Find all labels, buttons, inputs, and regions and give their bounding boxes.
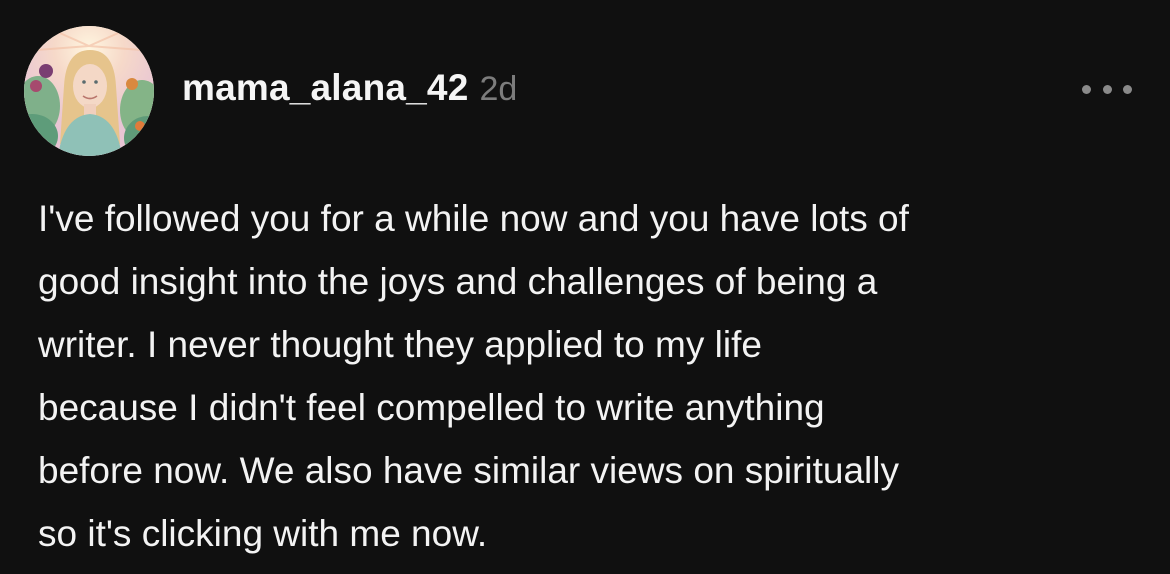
ellipsis-horizontal-icon (1102, 84, 1112, 94)
ellipsis-horizontal-icon (1123, 84, 1132, 94)
post-body-line: good insight into the joys and challenge… (38, 261, 878, 302)
comment-post: mama_alana_42 2d I've followed you for a… (0, 0, 1170, 574)
post-body: I've followed you for a while now and yo… (38, 187, 1148, 565)
ellipsis-horizontal-icon (1082, 84, 1091, 94)
avatar-illustration-icon (24, 26, 154, 156)
avatar[interactable] (24, 26, 154, 156)
post-body-line: writer. I never thought they applied to … (38, 324, 762, 365)
username[interactable]: mama_alana_42 (182, 67, 468, 109)
post-body-line: because I didn't feel compelled to write… (38, 387, 825, 428)
post-body-line: I've followed you for a while now and yo… (38, 198, 909, 239)
post-header: mama_alana_42 2d (182, 67, 517, 117)
more-options-button[interactable] (1082, 78, 1132, 100)
post-body-line: so it's clicking with me now. (38, 513, 488, 554)
post-timestamp: 2d (479, 70, 518, 108)
post-body-line: before now. We also have similar views o… (38, 450, 899, 491)
